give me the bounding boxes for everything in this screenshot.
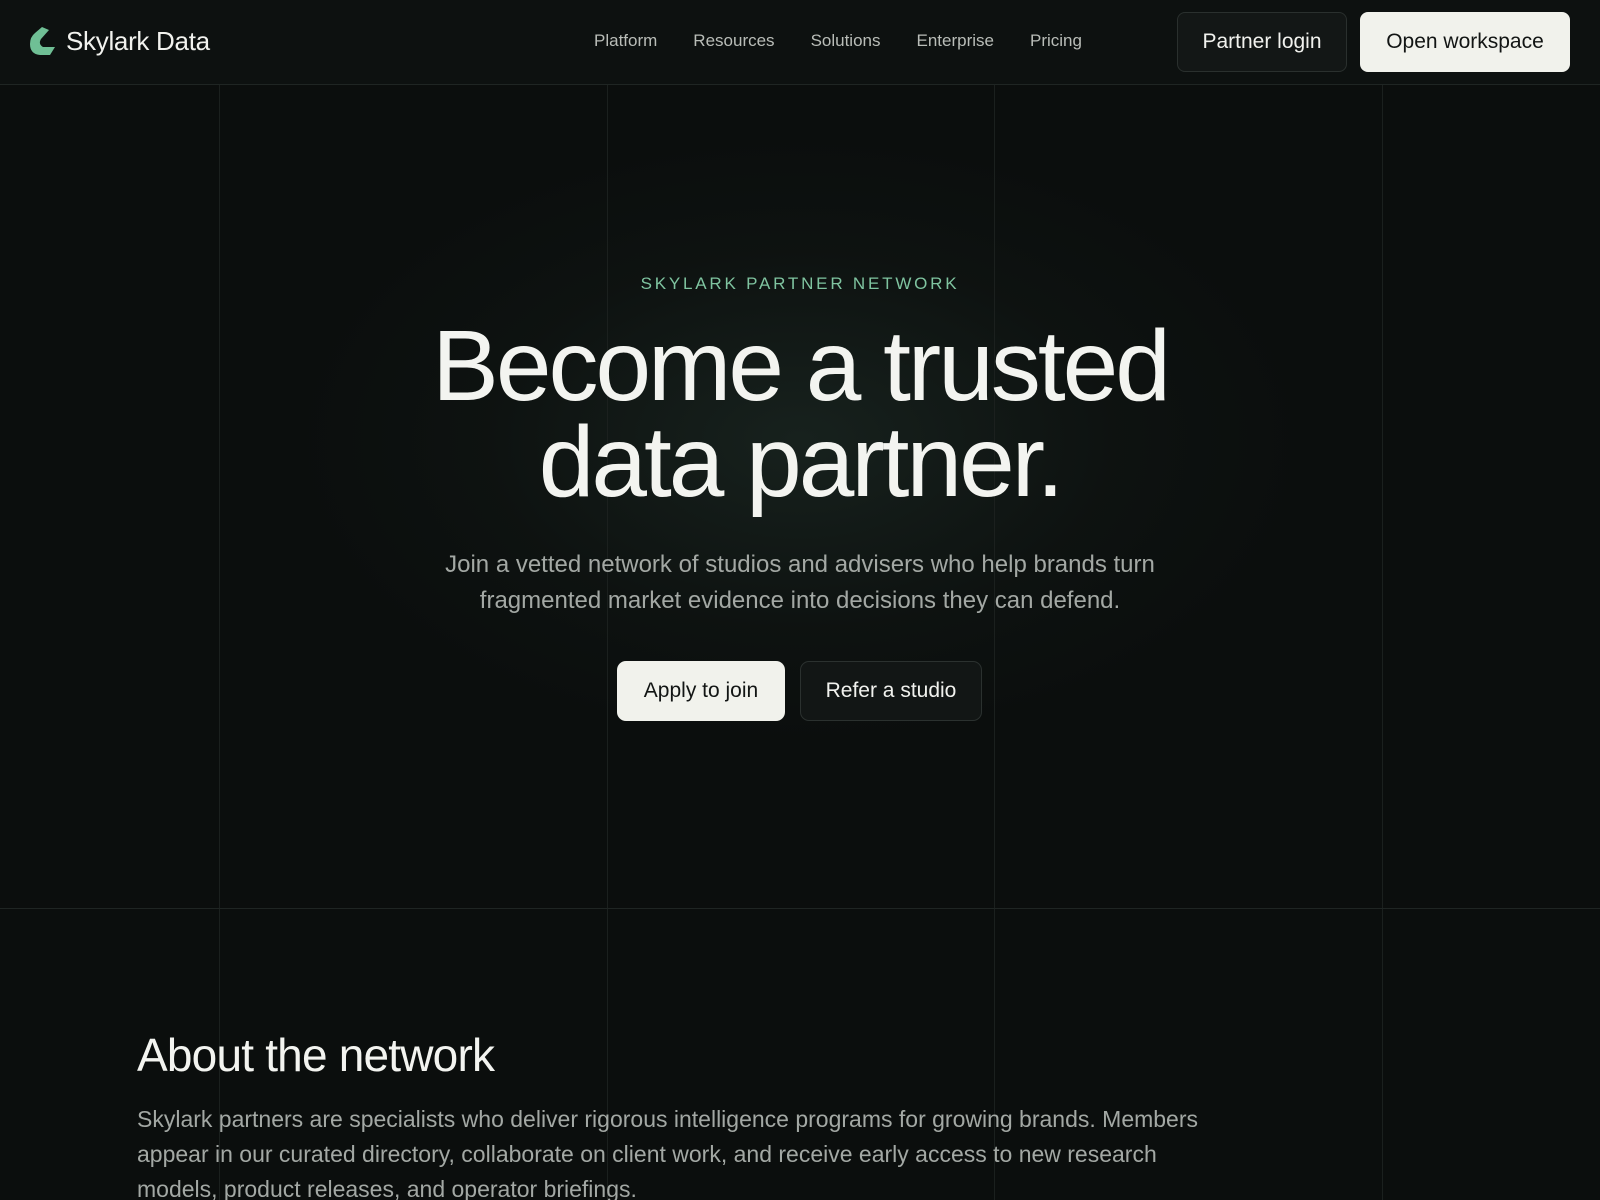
- page: Skylark Data Platform Resources Solution…: [0, 0, 1600, 1200]
- nav-item-enterprise[interactable]: Enterprise: [917, 31, 994, 51]
- hero-title-line-2: data partner.: [538, 406, 1065, 518]
- apply-to-join-button[interactable]: Apply to join: [617, 661, 785, 721]
- about-title: About the network: [137, 1029, 495, 1081]
- nav-item-resources[interactable]: Resources: [693, 31, 774, 51]
- grid-line: [1382, 85, 1383, 1200]
- top-navbar: Skylark Data Platform Resources Solution…: [0, 0, 1600, 85]
- hero-subtitle-line-2: fragmented market evidence into decision…: [479, 587, 1121, 614]
- hero-subtitle-line-1: Join a vetted network of studios and adv…: [445, 551, 1155, 578]
- refer-a-studio-button[interactable]: Refer a studio: [800, 661, 982, 721]
- nav-item-solutions[interactable]: Solutions: [811, 31, 881, 51]
- brand-name: Skylark Data: [66, 25, 210, 56]
- hero-subtitle: Join a vetted network of studios and adv…: [400, 547, 1200, 619]
- skylark-logo-icon: [30, 27, 55, 55]
- about-body: Skylark partners are specialists who del…: [137, 1106, 1199, 1200]
- partner-login-button[interactable]: Partner login: [1177, 12, 1347, 72]
- brand-logo[interactable]: Skylark Data: [28, 25, 210, 57]
- open-workspace-button[interactable]: Open workspace: [1360, 12, 1570, 72]
- nav-item-pricing[interactable]: Pricing: [1030, 31, 1082, 51]
- hero-title: Become a trusted data partner.: [300, 316, 1300, 512]
- grid-line: [607, 85, 608, 1200]
- nav-item-platform[interactable]: Platform: [594, 31, 657, 51]
- hero-eyebrow: SKYLARK PARTNER NETWORK: [640, 274, 960, 293]
- main-nav: Platform Resources Solutions Enterprise …: [594, 31, 1118, 51]
- grid-line: [994, 85, 995, 1200]
- section-divider: [0, 908, 1600, 909]
